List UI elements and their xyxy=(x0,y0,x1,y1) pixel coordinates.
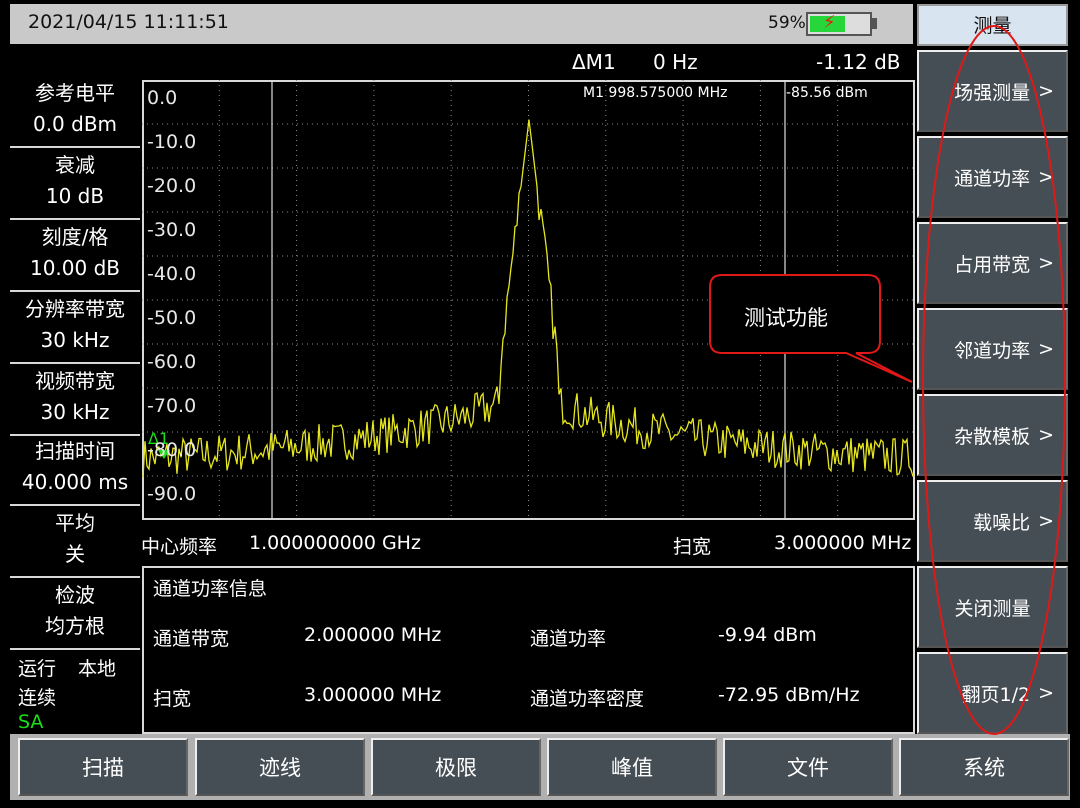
marker-level-readout: -85.56 dBm xyxy=(786,85,868,101)
y-tick-label: -30.0 xyxy=(147,219,197,241)
chevron-right-icon: > xyxy=(1038,338,1054,360)
delta-marker-freq: 0 Hz xyxy=(653,50,698,74)
softkey-label: 载噪比 xyxy=(973,511,1031,534)
param-value: 0.0 dBm xyxy=(32,112,118,136)
param-scale-div[interactable]: 刻度/格 10.00 dB xyxy=(10,222,140,292)
center-frequency-value[interactable]: 1.000000000 GHz xyxy=(249,532,421,554)
param-label: 刻度/格 xyxy=(41,225,109,249)
softkey-label: 场强测量 xyxy=(954,81,1031,104)
y-tick-label: -10.0 xyxy=(147,131,197,153)
param-value: 10.00 dB xyxy=(29,256,121,280)
param-value: 30 kHz xyxy=(40,328,110,352)
chevron-right-icon: > xyxy=(1038,510,1054,532)
chevron-right-icon: > xyxy=(1038,424,1054,446)
key-trace[interactable]: 迹线 xyxy=(195,738,365,796)
center-frequency-label: 中心频率 xyxy=(141,536,218,558)
softkey-label: 翻页1/2 xyxy=(961,683,1031,706)
run-status: 运行 xyxy=(18,658,57,680)
softkey-occupied-bandwidth[interactable]: 占用带宽 > xyxy=(917,222,1068,304)
spectrum-trace-display[interactable]: Δ1 xyxy=(142,80,915,520)
channel-bandwidth-label: 通道带宽 xyxy=(153,628,230,650)
key-system[interactable]: 系统 xyxy=(899,738,1069,796)
param-label: 扫描时间 xyxy=(35,439,115,463)
softkey-channel-power[interactable]: 通道功率 > xyxy=(917,136,1068,218)
param-label: 视频带宽 xyxy=(35,369,115,393)
channel-power-value: -9.94 dBm xyxy=(718,624,817,646)
battery-icon xyxy=(806,12,872,36)
battery-tip xyxy=(872,18,877,29)
param-value: 40.000 ms xyxy=(21,470,129,494)
param-label: 参考电平 xyxy=(35,81,115,105)
key-peak[interactable]: 峰值 xyxy=(547,738,717,796)
span-value[interactable]: 3.000000 MHz xyxy=(774,532,911,554)
delta-marker-label: ΔM1 xyxy=(572,50,616,74)
sweep-mode: 连续 xyxy=(18,687,57,709)
channel-power-density-label: 通道功率密度 xyxy=(530,688,645,710)
chevron-right-icon: > xyxy=(1038,166,1054,188)
y-tick-label: -20.0 xyxy=(147,175,197,197)
marker-readout: M1 998.575000 MHz xyxy=(583,85,728,101)
param-detector[interactable]: 检波 均方根 xyxy=(10,580,140,650)
chevron-right-icon: > xyxy=(1038,682,1054,704)
key-limit[interactable]: 极限 xyxy=(371,738,541,796)
y-tick-label: -40.0 xyxy=(147,263,197,285)
delta-marker-level: -1.12 dB xyxy=(816,50,901,74)
datetime: 2021/04/15 11:11:51 xyxy=(28,11,229,33)
key-sweep[interactable]: 扫描 xyxy=(18,738,188,796)
param-value: 10 dB xyxy=(45,184,105,208)
channel-power-title: 通道功率信息 xyxy=(153,578,268,600)
channel-bandwidth-value: 2.000000 MHz xyxy=(304,624,442,646)
y-tick-label: -70.0 xyxy=(147,395,197,417)
y-tick-label: -90.0 xyxy=(147,483,197,505)
y-tick-label: -60.0 xyxy=(147,351,197,373)
softkey-label: 杂散模板 xyxy=(954,425,1031,448)
param-rbw[interactable]: 分辨率带宽 30 kHz xyxy=(10,294,140,364)
channel-power-density-value: -72.95 dBm/Hz xyxy=(718,684,860,706)
softkey-field-strength[interactable]: 场强测量 > xyxy=(917,50,1068,132)
param-value: 均方根 xyxy=(45,614,105,638)
span-info-value: 3.000000 MHz xyxy=(304,684,442,706)
local-status: 本地 xyxy=(78,658,117,680)
softkey-label: 关闭测量 xyxy=(954,597,1031,620)
span-label: 扫宽 xyxy=(673,536,712,558)
channel-power-label: 通道功率 xyxy=(530,628,607,650)
softkey-close-measurement[interactable]: 关闭测量 xyxy=(917,566,1068,648)
instrument-status: 运行 本地 连续 SA xyxy=(10,650,140,734)
param-value: 30 kHz xyxy=(40,400,110,424)
softkey-spurious-mask[interactable]: 杂散模板 > xyxy=(917,394,1068,476)
y-tick-label: 0.0 xyxy=(147,87,178,109)
softkey-label: 邻道功率 xyxy=(954,339,1031,362)
channel-power-panel: 通道功率信息 通道带宽 2.000000 MHz 通道功率 -9.94 dBm … xyxy=(142,566,915,734)
param-average[interactable]: 平均 关 xyxy=(10,508,140,578)
param-sweep-time[interactable]: 扫描时间 40.000 ms xyxy=(10,436,140,506)
y-tick-label: -50.0 xyxy=(147,307,197,329)
annotation-callout-text: 测试功能 xyxy=(744,306,828,330)
param-label: 衰减 xyxy=(55,153,95,177)
battery-percent: 59% xyxy=(768,13,806,33)
param-ref-level[interactable]: 参考电平 0.0 dBm xyxy=(10,78,140,148)
menu-title: 测量 xyxy=(917,4,1068,46)
softkey-carrier-to-noise[interactable]: 载噪比 > xyxy=(917,480,1068,562)
softkey-label: 通道功率 xyxy=(954,167,1031,190)
key-file[interactable]: 文件 xyxy=(723,738,893,796)
param-vbw[interactable]: 视频带宽 30 kHz xyxy=(10,366,140,436)
param-label: 平均 xyxy=(55,511,95,535)
mode-indicator: SA xyxy=(18,711,44,733)
chevron-right-icon: > xyxy=(1038,252,1054,274)
softkey-adjacent-channel-power[interactable]: 邻道功率 > xyxy=(917,308,1068,390)
softkey-page[interactable]: 翻页1/2 > xyxy=(917,652,1068,734)
y-tick-label: -80.0 xyxy=(147,439,197,461)
param-value: 关 xyxy=(65,542,85,566)
charging-bolt-icon: ⚡ xyxy=(823,12,836,33)
span-info-label: 扫宽 xyxy=(153,688,192,710)
softkey-label: 占用带宽 xyxy=(954,253,1031,276)
chevron-right-icon: > xyxy=(1038,80,1054,102)
param-label: 检波 xyxy=(55,583,95,607)
param-attenuation[interactable]: 衰减 10 dB xyxy=(10,150,140,220)
param-label: 分辨率带宽 xyxy=(25,297,125,321)
